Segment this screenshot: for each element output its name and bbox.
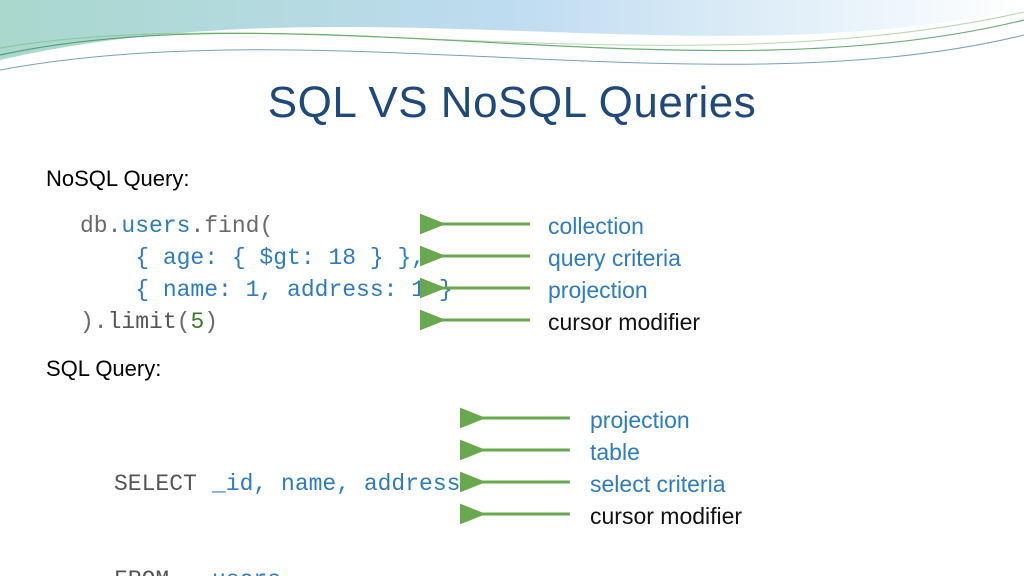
nosql-l1-collection: users	[121, 213, 190, 239]
sql-annotations: projection table select criteria cursor …	[590, 404, 742, 532]
nosql-l4-close: )	[204, 309, 218, 335]
annot-collection: collection	[548, 210, 700, 242]
nosql-l4-open: (	[177, 309, 191, 335]
nosql-arrows	[420, 210, 540, 340]
nosql-annotations: collection query criteria projection cur…	[548, 210, 700, 338]
nosql-label: NoSQL Query:	[46, 166, 189, 192]
sql-val-from: users	[212, 564, 281, 576]
sql-code-block: SELECT_id, name, address FROMusers WHERE…	[114, 404, 460, 576]
nosql-l4-pre: ).	[80, 309, 108, 335]
annot-cursor-mod: cursor modifier	[548, 306, 700, 338]
slide: SQL VS NoSQL Queries NoSQL Query: db.use…	[0, 0, 1024, 576]
annot-select-criteria: select criteria	[590, 468, 742, 500]
page-title: SQL VS NoSQL Queries	[0, 78, 1024, 128]
nosql-l4-fn: limit	[108, 309, 177, 335]
annot-projection2: projection	[590, 404, 742, 436]
nosql-l3: { name: 1, address: 1 }	[80, 277, 453, 303]
nosql-l2: { age: { $gt: 18 } },	[80, 245, 425, 271]
sql-row-select: SELECT_id, name, address	[114, 468, 460, 500]
nosql-l4-num: 5	[190, 309, 204, 335]
sql-kw-select: SELECT	[114, 468, 212, 500]
sql-kw-from: FROM	[114, 564, 212, 576]
nosql-code-block: db.users.find( { age: { $gt: 18 } }, { n…	[80, 210, 453, 338]
annot-query-criteria: query criteria	[548, 242, 700, 274]
nosql-l1-post: .find(	[190, 213, 273, 239]
annot-table: table	[590, 436, 742, 468]
sql-arrows	[460, 404, 580, 534]
nosql-l1-pre: db.	[80, 213, 121, 239]
sql-row-from: FROMusers	[114, 564, 460, 576]
sql-label: SQL Query:	[46, 356, 161, 382]
annot-projection: projection	[548, 274, 700, 306]
annot-cursor-mod2: cursor modifier	[590, 500, 742, 532]
sql-val-select: _id, name, address	[212, 468, 460, 500]
